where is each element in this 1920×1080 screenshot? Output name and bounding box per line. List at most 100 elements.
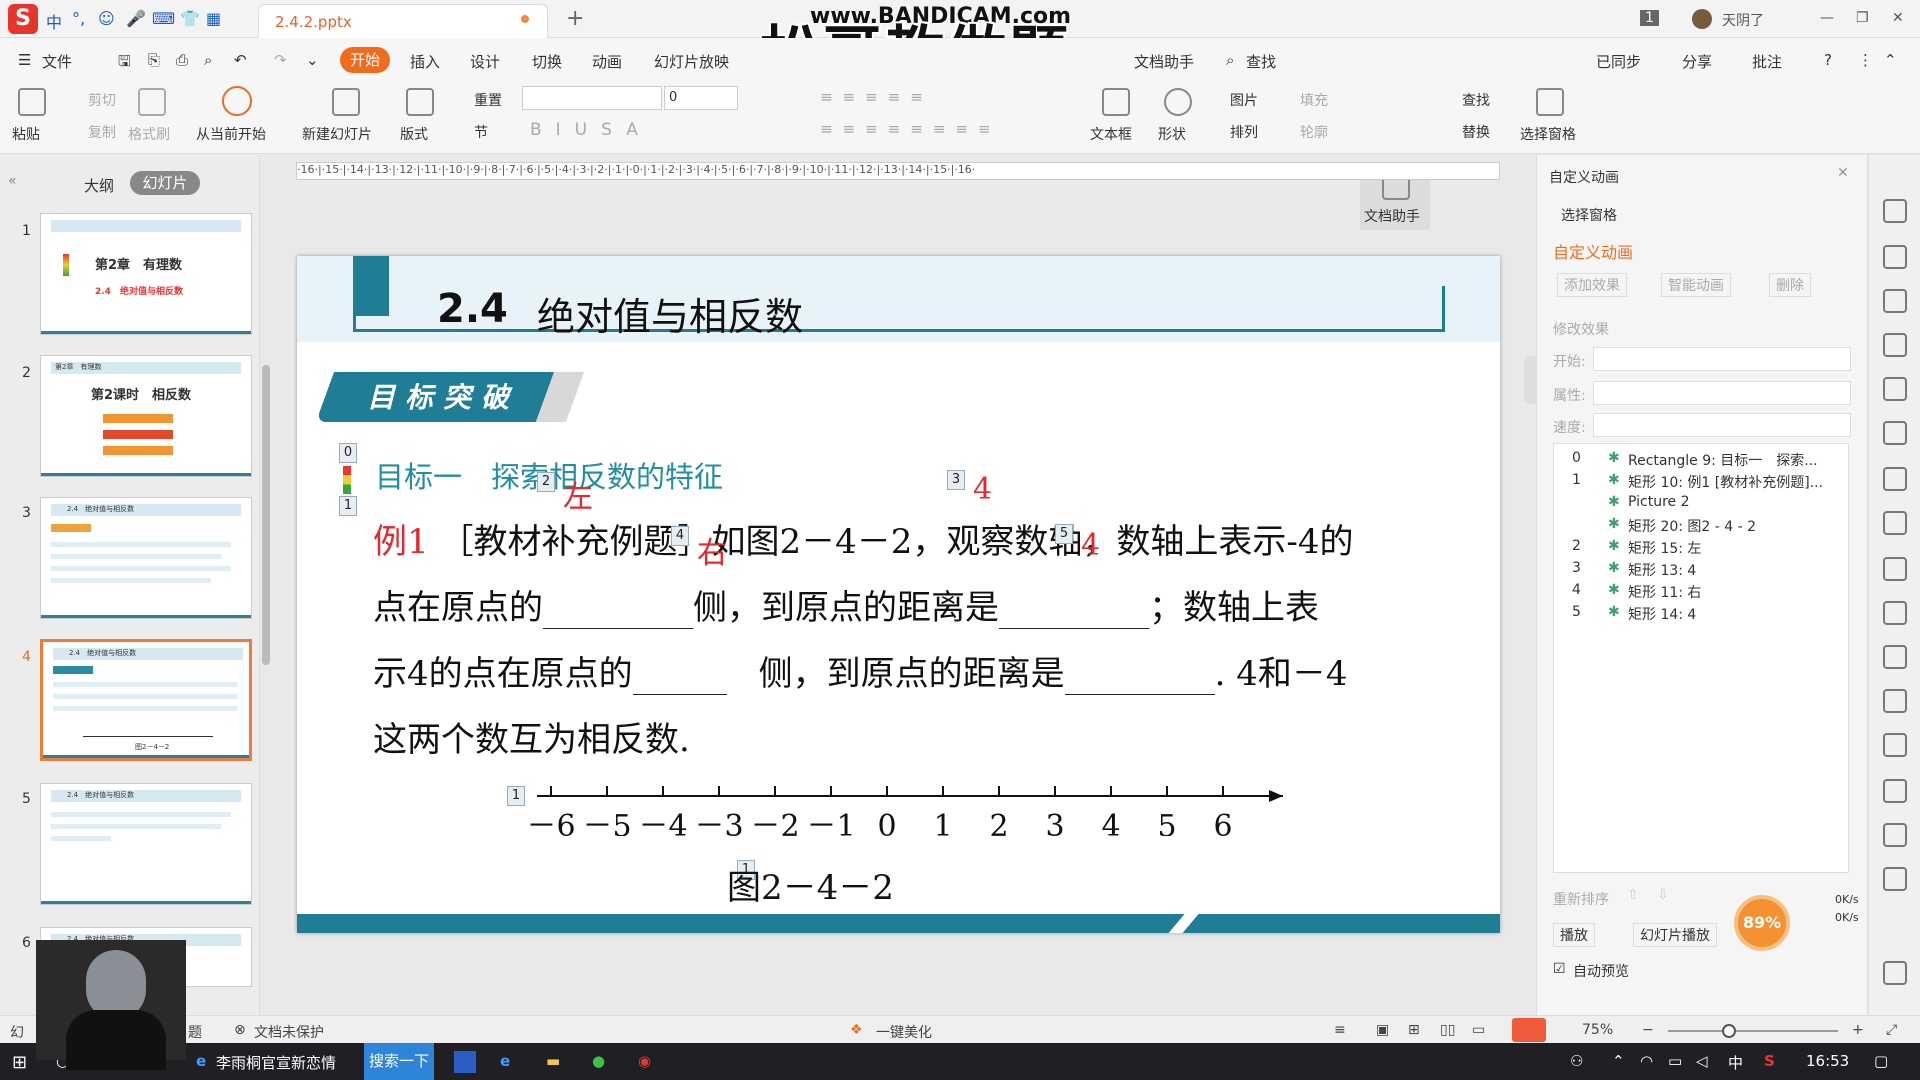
layout-button[interactable]: 版式 <box>400 124 428 144</box>
animation-tag[interactable]: 4 <box>671 526 689 546</box>
normal-view-icon[interactable]: ▣ <box>1376 1022 1389 1038</box>
ime-voice-icon[interactable]: 🎤 <box>126 9 146 28</box>
animation-tag[interactable]: 3 <box>947 470 965 490</box>
tab-count-badge[interactable]: 1 <box>1640 10 1659 26</box>
speed-select[interactable] <box>1593 413 1851 437</box>
ime-toolbox-icon[interactable]: ▦ <box>206 9 221 28</box>
slide-transition-icon[interactable] <box>1883 245 1907 269</box>
font-size-combo[interactable]: 0 <box>664 86 738 110</box>
audio-tool-icon[interactable] <box>1883 733 1907 757</box>
outline-button[interactable]: 轮廓 <box>1300 122 1328 142</box>
example-line-3[interactable]: 示4的点在原点的 侧，到原点的距离是 . 4和－4 <box>373 646 1348 695</box>
grid-tool-icon[interactable] <box>1883 421 1907 445</box>
slideshow-button[interactable]: 幻灯片播放 <box>1633 923 1717 947</box>
ime-punct[interactable]: °, <box>72 9 85 28</box>
file-explorer-icon[interactable]: ▬ <box>546 1052 560 1070</box>
example-line-4[interactable]: 这两个数互为相反数. <box>373 712 690 761</box>
font-name-combo[interactable] <box>522 86 662 110</box>
ie-icon[interactable]: e <box>196 1052 206 1070</box>
sogou-icon[interactable]: S <box>1764 1052 1775 1070</box>
menu-design[interactable]: 设计 <box>470 51 500 72</box>
hamburger-icon[interactable]: ☰ <box>18 51 31 69</box>
ime-keyboard-icon[interactable]: ⌨ <box>152 9 175 28</box>
slideshow-play-button[interactable] <box>1512 1018 1546 1042</box>
preview-icon[interactable]: ⌕ <box>204 51 212 69</box>
animation-tag[interactable]: 2 <box>537 472 555 492</box>
ime-mode[interactable]: 中 <box>46 9 62 33</box>
help-tool-icon[interactable] <box>1883 867 1907 891</box>
add-effect-button[interactable]: 添加效果 <box>1557 273 1627 297</box>
download-tool-icon[interactable] <box>1883 779 1907 803</box>
menu-slideshow[interactable]: 幻灯片放映 <box>654 51 729 72</box>
textbox-button[interactable]: 文本框 <box>1090 124 1132 144</box>
tray-expand-icon[interactable]: ⌃ <box>1612 1052 1625 1070</box>
property-select[interactable] <box>1593 381 1851 405</box>
document-tab[interactable]: 2.4.2.pptx <box>258 4 548 38</box>
menu-file[interactable]: 文件 <box>42 51 72 72</box>
edge-icon[interactable]: e <box>500 1052 510 1070</box>
reading-view-icon[interactable]: ▯▯ <box>1440 1022 1455 1038</box>
shape-icon[interactable] <box>1164 88 1192 116</box>
answer-right[interactable]: 右 <box>697 528 727 572</box>
presenter-view-icon[interactable]: ▭ <box>1472 1022 1485 1038</box>
wps-logo-icon[interactable]: S <box>8 4 38 34</box>
property-tool-icon[interactable] <box>1883 333 1907 357</box>
selection-pane-icon[interactable] <box>1536 88 1564 116</box>
share-tool-icon[interactable] <box>1883 601 1907 625</box>
animation-tag[interactable]: 5 <box>1055 524 1073 544</box>
document-protection-status[interactable]: 文档未保护 <box>254 1022 324 1042</box>
section-button[interactable]: 节 <box>474 122 488 142</box>
start-select[interactable] <box>1593 347 1851 371</box>
zoom-in-icon[interactable]: + <box>1852 1022 1864 1038</box>
example-line-1[interactable]: 例1 ［教材补充例题］如图2－4－2，观察数轴，数轴上表示-4的 <box>373 514 1353 563</box>
ime-emoji-icon[interactable]: ☺ <box>98 9 115 28</box>
settings-tool-icon[interactable] <box>1883 511 1907 535</box>
example-line-2[interactable]: 点在原点的 侧，到原点的距离是 ；数轴上表 <box>373 580 1319 629</box>
menu-animation[interactable]: 动画 <box>592 51 622 72</box>
close-pane-icon[interactable]: ✕ <box>1837 165 1849 181</box>
notes-icon[interactable]: ≡ <box>1334 1022 1346 1038</box>
animation-list[interactable]: 0 ✱ Rectangle 9: 目标一 探索... 1 ✱ 矩形 10: 例1 [教材补… <box>1553 443 1849 873</box>
beautify-button[interactable]: 一键美化 <box>876 1022 932 1042</box>
selection-pane-button[interactable]: 选择窗格 <box>1520 124 1576 144</box>
paste-button[interactable]: 粘贴 <box>12 124 40 144</box>
export-icon[interactable]: ⎘ <box>148 51 160 69</box>
slide-section-number[interactable]: 2.4 <box>437 286 508 332</box>
recorder-icon[interactable]: ◉ <box>638 1052 651 1070</box>
share-button[interactable]: 分享 <box>1682 51 1712 72</box>
textbox-icon[interactable] <box>1102 88 1130 116</box>
collapse-panel-icon[interactable]: « <box>8 173 17 189</box>
layout-icon[interactable] <box>406 88 434 116</box>
redo-icon[interactable]: ↷ <box>274 51 287 69</box>
arrange-button[interactable]: 排列 <box>1230 122 1258 142</box>
tab-outline[interactable]: 大纲 <box>84 175 114 196</box>
paragraph-buttons[interactable]: ≡≡≡≡≡ <box>820 88 933 106</box>
selection-pane-link[interactable]: 选择窗格 <box>1561 205 1617 225</box>
cut-button[interactable]: 剪切 <box>88 90 116 110</box>
format-painter-button[interactable]: 格式刷 <box>128 124 170 144</box>
wifi-icon[interactable]: ◠ <box>1640 1052 1653 1070</box>
find-button[interactable]: 查找 <box>1462 90 1490 110</box>
ime-skin-icon[interactable]: 👕 <box>180 9 200 28</box>
play-from-current-button[interactable]: 从当前开始 <box>196 124 266 144</box>
picture-tool-icon[interactable] <box>1883 689 1907 713</box>
alignment-buttons[interactable]: ≡≡≡≡≡≡≡≡ <box>820 120 1001 138</box>
sync-status[interactable]: 已同步 <box>1596 51 1641 72</box>
sorter-view-icon[interactable]: ⊞ <box>1408 1022 1420 1038</box>
quick-access-dropdown-icon[interactable]: ⌄ <box>306 51 319 69</box>
user-avatar[interactable] <box>1692 9 1712 29</box>
thumbnail-scrollbar[interactable] <box>262 365 270 665</box>
animation-tool-icon[interactable] <box>1883 199 1907 223</box>
copy-button[interactable]: 复制 <box>88 122 116 142</box>
replace-button[interactable]: 替换 <box>1462 122 1490 142</box>
image-tool-icon[interactable] <box>1883 557 1907 581</box>
tab-slides[interactable]: 幻灯片 <box>130 171 200 195</box>
slide-thumbnail-2[interactable]: 第2章 有理数 第2课时 相反数 <box>40 355 252 477</box>
slide-thumbnail-4[interactable]: 2.4 绝对值与相反数 图2－4－2 <box>40 639 252 761</box>
horizontal-ruler[interactable]: ·16·|·15·|·14·|·13·|·12·|·11·|·10·|·9·|·… <box>296 162 1500 180</box>
location-tool-icon[interactable] <box>1883 961 1907 985</box>
notification-icon[interactable]: ▢ <box>1874 1052 1888 1070</box>
close-button[interactable]: ✕ <box>1892 10 1904 26</box>
word-app-icon[interactable] <box>454 1051 476 1073</box>
comment-button[interactable]: 批注 <box>1752 51 1782 72</box>
